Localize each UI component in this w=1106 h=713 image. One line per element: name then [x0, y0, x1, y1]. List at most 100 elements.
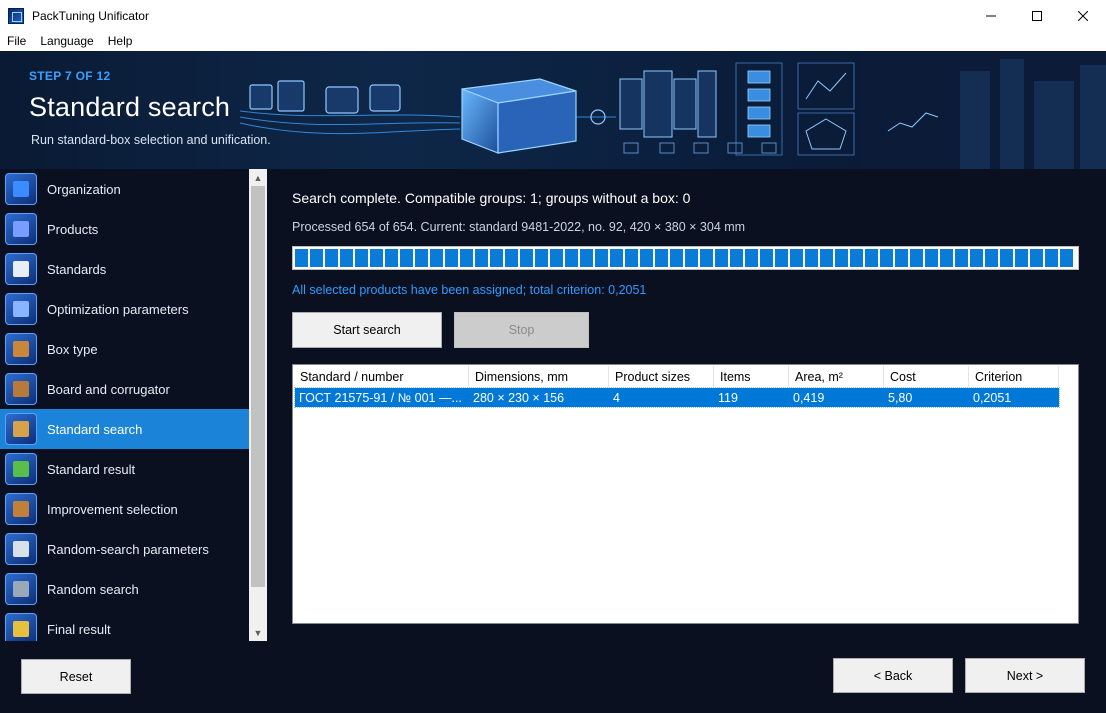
board-icon: [5, 373, 37, 405]
progress-segment: [1030, 249, 1043, 267]
page-title: Standard search: [29, 92, 231, 122]
progress-segment: [865, 249, 878, 267]
progress-segment: [385, 249, 398, 267]
close-button[interactable]: [1060, 0, 1106, 31]
stop-button[interactable]: Stop: [454, 312, 589, 348]
standard-result-icon: [5, 453, 37, 485]
sidebar-item-random-search[interactable]: Random search: [0, 569, 249, 609]
result-note: All selected products have been assigned…: [292, 283, 647, 297]
scroll-down-icon[interactable]: ▼: [249, 624, 267, 641]
scroll-thumb[interactable]: [251, 186, 265, 587]
sidebar-item-box-type[interactable]: Box type: [0, 329, 249, 369]
sidebar-item-products[interactable]: Products: [0, 209, 249, 249]
minimize-icon: [986, 15, 996, 16]
start-search-button[interactable]: Start search: [292, 312, 442, 348]
table-cell: 119: [718, 390, 738, 405]
progress-segment: [835, 249, 848, 267]
progress-segment: [820, 249, 833, 267]
final-result-icon: [5, 613, 37, 641]
main-panel: Search complete. Compatible groups: 1; g…: [267, 169, 1106, 641]
next-button[interactable]: Next >: [965, 658, 1085, 693]
progress-segment: [640, 249, 653, 267]
sidebar-item-optimization-parameters[interactable]: Optimization parameters: [0, 289, 249, 329]
organization-icon: [5, 173, 37, 205]
progress-segment: [850, 249, 863, 267]
window-controls: [968, 0, 1106, 31]
progress-segment: [955, 249, 968, 267]
progress-segment: [400, 249, 413, 267]
table-cell: 0,419: [793, 390, 825, 405]
reset-button[interactable]: Reset: [21, 659, 131, 694]
column-header[interactable]: Criterion: [969, 366, 1059, 387]
progress-segment: [1015, 249, 1028, 267]
progress-segment: [625, 249, 638, 267]
sidebar-item-label: Standard result: [47, 461, 136, 477]
maximize-button[interactable]: [1014, 0, 1060, 31]
progress-segment: [985, 249, 998, 267]
progress-segment: [685, 249, 698, 267]
progress-segment: [910, 249, 923, 267]
header-banner: STEP 7 OF 12 Standard search Run standar…: [0, 51, 1106, 169]
table-cell: 5,80: [888, 390, 913, 405]
column-header[interactable]: Area, m²: [789, 366, 884, 387]
nav-list: Organization Products Standards Optimizatio…: [0, 169, 249, 641]
progress-segment: [655, 249, 668, 267]
progress-segment: [430, 249, 443, 267]
table-cell: 4: [613, 390, 620, 405]
minimize-button[interactable]: [968, 0, 1014, 31]
page-subtitle: Run standard-box selection and unificati…: [31, 133, 271, 147]
progress-segment: [1045, 249, 1058, 267]
sidebar-item-label: Optimization parameters: [47, 301, 189, 317]
progress-segment: [595, 249, 608, 267]
progress-segment: [475, 249, 488, 267]
progress-segment: [355, 249, 368, 267]
sidebar-item-standard-search[interactable]: Standard search: [0, 409, 249, 449]
column-header[interactable]: Standard / number: [294, 366, 469, 387]
table-row[interactable]: ГОСТ 21575-91 / № 001 —... 280 × 230 × 15…: [294, 387, 1060, 408]
table-cell: ГОСТ 21575-91 / № 001 —...: [299, 390, 462, 405]
column-header[interactable]: Cost: [884, 366, 969, 387]
sidebar-item-standards[interactable]: Standards: [0, 249, 249, 289]
sidebar-item-label: Standard search: [47, 421, 143, 437]
footer: Reset < Back Next >: [0, 641, 1106, 713]
menu-bar: File Language Help: [0, 31, 1106, 51]
sidebar-item-improvement-selection[interactable]: Improvement selection: [0, 489, 249, 529]
sidebar-item-random-search-parameters[interactable]: Random-search parameters: [0, 529, 249, 569]
progress-fill: [295, 249, 1073, 267]
progress-segment: [340, 249, 353, 267]
column-header[interactable]: Dimensions, mm: [469, 366, 609, 387]
column-header[interactable]: Product sizes: [609, 366, 714, 387]
progress-segment: [760, 249, 773, 267]
wizard-navigation: Organization Products Standards Optimizatio…: [0, 169, 267, 641]
progress-segment: [670, 249, 683, 267]
sidebar-item-board-and-corrugator[interactable]: Board and corrugator: [0, 369, 249, 409]
sidebar-item-final-result[interactable]: Final result: [0, 609, 249, 641]
menu-file[interactable]: File: [0, 34, 33, 48]
progress-segment: [940, 249, 953, 267]
progress-segment: [565, 249, 578, 267]
table-cell: 0,2051: [973, 390, 1012, 405]
progress-bar: [292, 246, 1079, 270]
sidebar-item-label: Board and corrugator: [47, 381, 170, 397]
progress-segment: [520, 249, 533, 267]
progress-segment: [370, 249, 383, 267]
scroll-up-icon[interactable]: ▲: [249, 169, 267, 186]
table-cell: 280 × 230 × 156: [473, 390, 565, 405]
sidebar-item-organization[interactable]: Organization: [0, 169, 249, 209]
menu-help[interactable]: Help: [101, 34, 140, 48]
sidebar-item-standard-result[interactable]: Standard result: [0, 449, 249, 489]
column-header[interactable]: Items: [714, 366, 789, 387]
nav-scrollbar[interactable]: ▲ ▼: [249, 169, 267, 641]
processed-status: Processed 654 of 654. Current: standard …: [292, 220, 746, 234]
sidebar-item-label: Products: [47, 221, 99, 237]
menu-language[interactable]: Language: [33, 34, 100, 48]
back-button[interactable]: < Back: [833, 658, 953, 693]
standards-icon: [5, 253, 37, 285]
box-type-icon: [5, 333, 37, 365]
progress-segment: [310, 249, 323, 267]
sidebar-item-label: Improvement selection: [47, 501, 178, 517]
progress-segment: [805, 249, 818, 267]
results-table: Standard / number Dimensions, mm Product s…: [292, 364, 1079, 624]
products-icon: [5, 213, 37, 245]
progress-segment: [415, 249, 428, 267]
